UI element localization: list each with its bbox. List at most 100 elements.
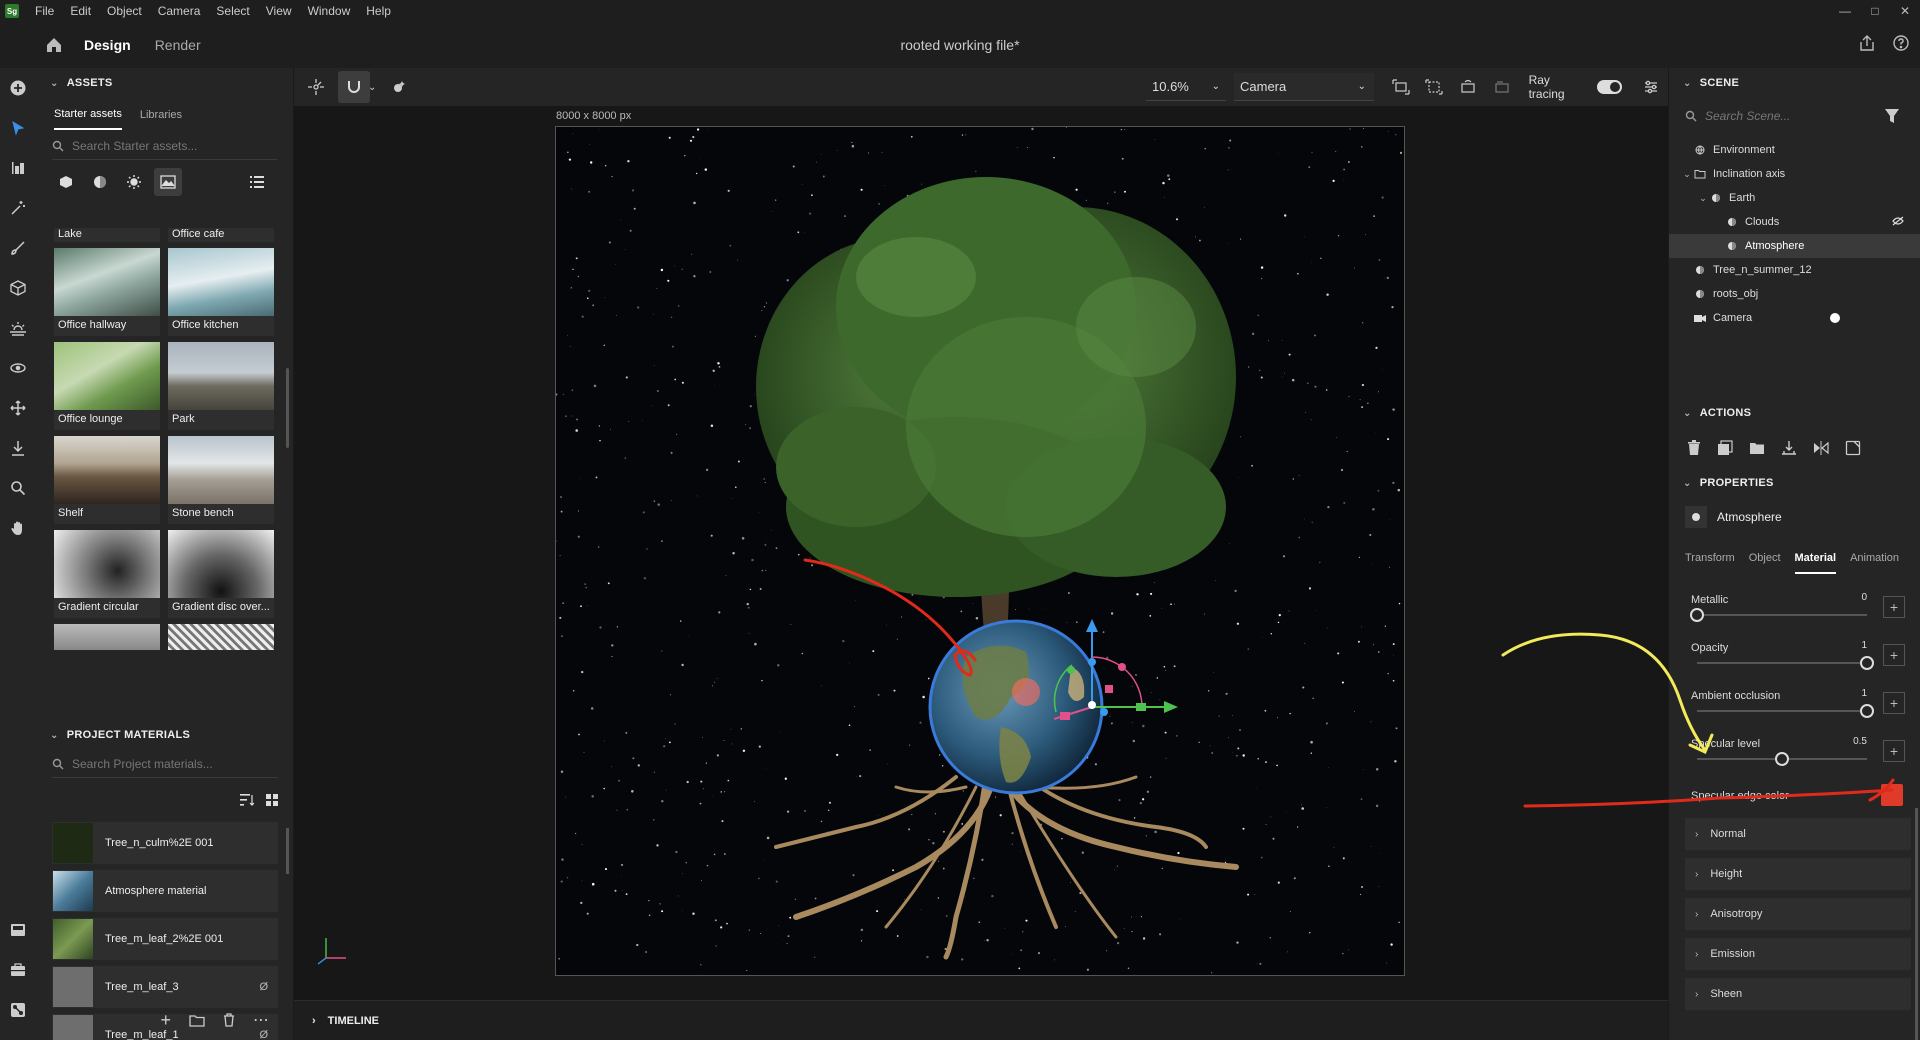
asset-card[interactable]: Gradient disc over...	[168, 530, 274, 618]
export-selection-icon[interactable]	[1845, 440, 1861, 456]
scene-item-clouds[interactable]: Clouds	[1669, 210, 1920, 234]
add-tool[interactable]	[0, 68, 36, 108]
zoom-select[interactable]: 10.6% ⌄	[1146, 73, 1226, 101]
trash-icon[interactable]	[223, 1013, 235, 1027]
assets-scrollbar[interactable]	[286, 368, 289, 448]
filter-images-button[interactable]	[154, 168, 182, 196]
slider-handle[interactable]	[1860, 704, 1874, 718]
learn-panel-button[interactable]	[0, 910, 36, 950]
add-keyframe-button[interactable]: +	[1883, 644, 1905, 666]
grid-view-icon[interactable]	[266, 794, 278, 806]
project-materials-scrollbar[interactable]	[286, 828, 289, 874]
slider-track[interactable]	[1697, 752, 1867, 766]
select-tool[interactable]	[0, 108, 36, 148]
scene-item-camera[interactable]: Camera	[1669, 306, 1920, 330]
undo-camera-button[interactable]	[1485, 79, 1519, 95]
list-view-button[interactable]	[243, 168, 271, 196]
tab-design[interactable]: Design	[72, 22, 143, 68]
slider-track[interactable]	[1697, 704, 1874, 718]
scene-header[interactable]: ⌄ SCENE	[1669, 68, 1920, 98]
align-tool[interactable]	[0, 148, 36, 188]
frame-all-button[interactable]	[1418, 79, 1452, 95]
duplicate-icon[interactable]	[1717, 440, 1733, 456]
slider-handle[interactable]	[1775, 752, 1789, 766]
camera-view-button[interactable]	[1384, 79, 1418, 95]
scene-item-inclination-axis[interactable]: ⌄ Inclination axis	[1669, 162, 1920, 186]
asset-card[interactable]: Office kitchen	[168, 248, 274, 336]
material-item[interactable]: Atmosphere material	[52, 870, 278, 912]
pan-tool[interactable]	[0, 388, 36, 428]
scene-item-environment[interactable]: Environment	[1669, 138, 1920, 162]
right-panel-scrollbar[interactable]	[1915, 808, 1918, 1040]
help-button[interactable]	[1892, 34, 1910, 55]
tab-material[interactable]: Material	[1794, 544, 1837, 574]
tab-animation[interactable]: Animation	[1850, 544, 1899, 574]
tab-transform[interactable]: Transform	[1685, 544, 1735, 574]
menu-help[interactable]: Help	[358, 4, 399, 18]
section-sheen[interactable]: › Sheen	[1685, 978, 1911, 1010]
material-item[interactable]: Tree_n_culm%2E 001	[52, 822, 278, 864]
slider-value[interactable]: 0	[1861, 592, 1867, 603]
scene-item-atmosphere[interactable]: Atmosphere	[1669, 234, 1920, 258]
add-keyframe-button[interactable]: +	[1883, 596, 1905, 618]
active-camera-indicator[interactable]	[1830, 313, 1840, 323]
folder-icon[interactable]	[189, 1014, 205, 1027]
snap-button[interactable]	[338, 71, 370, 103]
minimize-button[interactable]: —	[1830, 0, 1860, 22]
asset-card[interactable]: Park	[168, 342, 274, 430]
filter-materials-button[interactable]	[86, 168, 114, 196]
scene-item-roots-obj[interactable]: roots_obj	[1669, 282, 1920, 306]
filter-icon[interactable]	[1884, 108, 1900, 124]
plugins-panel-button[interactable]	[0, 950, 36, 990]
close-button[interactable]: ✕	[1890, 0, 1920, 22]
section-height[interactable]: › Height	[1685, 858, 1911, 890]
drop-to-ground-button[interactable]	[382, 71, 414, 103]
scene-search-input[interactable]	[1705, 109, 1865, 123]
material-item[interactable]: Tree_m_leaf_2%2E 001	[52, 918, 278, 960]
maximize-button[interactable]: □	[1860, 0, 1890, 22]
actions-header[interactable]: ⌄ ACTIONS	[1669, 398, 1920, 428]
asset-card[interactable]: Office cafe	[168, 228, 274, 242]
filter-lights-button[interactable]	[120, 168, 148, 196]
asset-card[interactable]: Office hallway	[54, 248, 160, 336]
transform-space-button[interactable]	[300, 71, 332, 103]
tab-object[interactable]: Object	[1749, 544, 1781, 574]
project-materials-search-input[interactable]	[72, 756, 252, 771]
slider-value[interactable]: 0.5	[1853, 736, 1867, 747]
add-keyframe-button[interactable]: +	[1883, 692, 1905, 714]
assets-search-input[interactable]	[72, 138, 252, 153]
assets-header[interactable]: ⌄ ASSETS	[36, 68, 293, 98]
filter-models-button[interactable]	[52, 168, 80, 196]
asset-card[interactable]: Stone bench	[168, 436, 274, 524]
asset-card[interactable]: Shelf	[54, 436, 160, 524]
camera-select[interactable]: Camera ⌄	[1234, 73, 1374, 101]
asset-card[interactable]: Office lounge	[54, 342, 160, 430]
menu-file[interactable]: File	[27, 4, 62, 18]
menu-camera[interactable]: Camera	[150, 4, 209, 18]
slider-track[interactable]	[1690, 608, 1867, 622]
mirror-icon[interactable]	[1813, 440, 1829, 456]
paint-tool[interactable]	[0, 228, 36, 268]
slider-handle[interactable]	[1860, 656, 1874, 670]
horizon-tool[interactable]	[0, 308, 36, 348]
specular-edge-color-swatch[interactable]	[1881, 784, 1903, 806]
slider-value[interactable]: 1	[1861, 640, 1867, 651]
home-button[interactable]	[36, 36, 72, 54]
asset-card[interactable]	[168, 624, 274, 650]
slider-handle[interactable]	[1690, 608, 1704, 622]
drop-to-ground-icon[interactable]	[1781, 440, 1797, 456]
hand-tool[interactable]	[0, 508, 36, 548]
menu-view[interactable]: View	[258, 4, 300, 18]
menu-object[interactable]: Object	[99, 4, 150, 18]
section-normal[interactable]: › Normal	[1685, 818, 1911, 850]
section-emission[interactable]: › Emission	[1685, 938, 1911, 970]
menu-window[interactable]: Window	[300, 4, 359, 18]
asset-card[interactable]: Gradient circular	[54, 530, 160, 618]
scene-item-tree-n-summer-12[interactable]: Tree_n_summer_12	[1669, 258, 1920, 282]
sort-icon[interactable]	[240, 794, 254, 806]
asset-card[interactable]: Lake	[54, 228, 160, 242]
zoom-tool[interactable]	[0, 468, 36, 508]
properties-header[interactable]: ⌄ PROPERTIES	[1669, 468, 1920, 498]
camera-bookmark-button[interactable]	[1451, 79, 1485, 95]
menu-edit[interactable]: Edit	[62, 4, 99, 18]
